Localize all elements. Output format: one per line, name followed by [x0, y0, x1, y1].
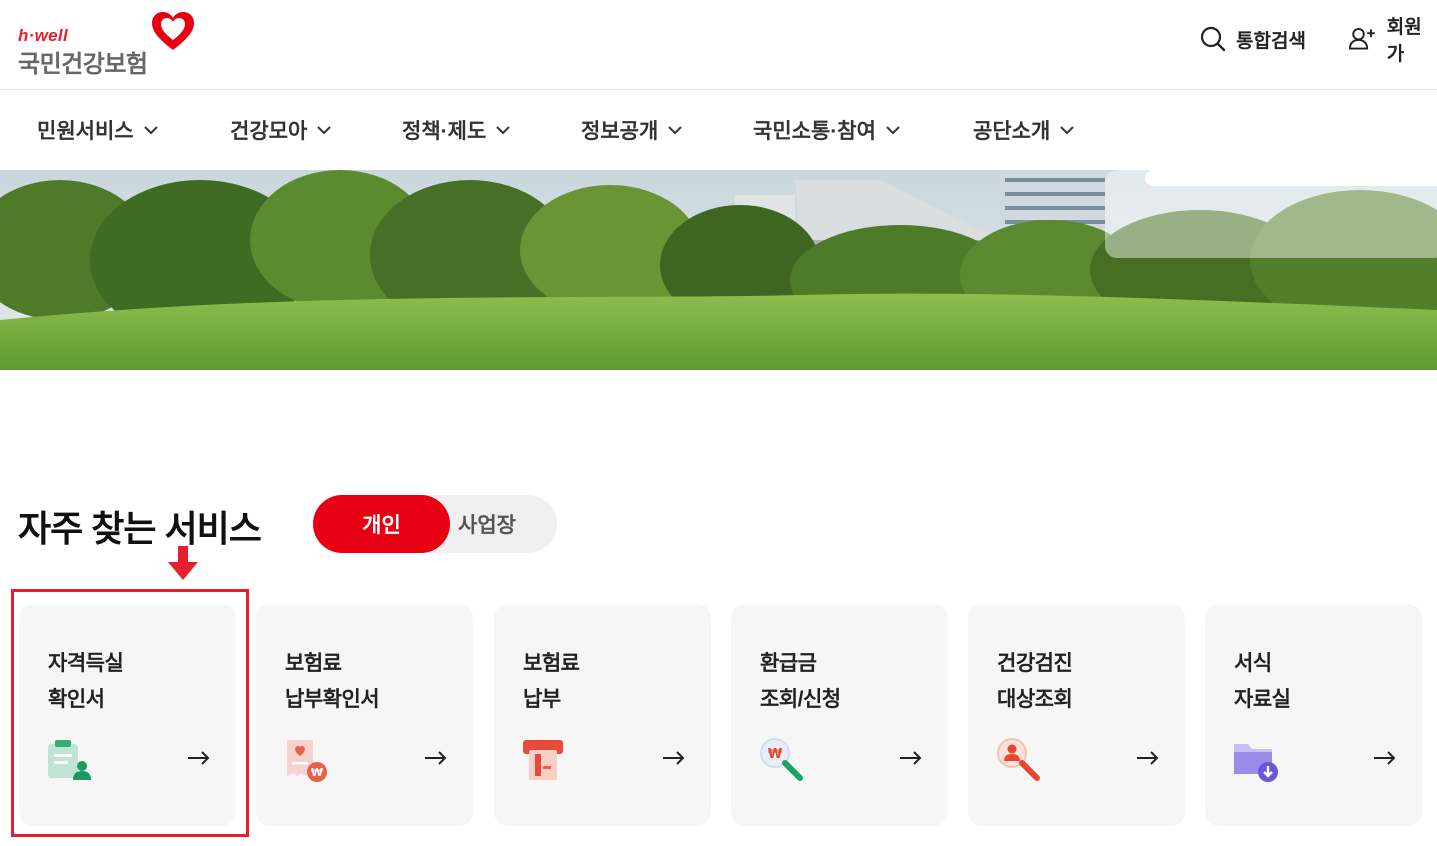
card-payment-icon — [523, 740, 563, 780]
arrow-right-icon — [663, 751, 685, 765]
nav-item-label: 건강모아 — [230, 120, 308, 143]
chevron-down-icon — [668, 126, 682, 135]
tab-business[interactable]: 사업장 — [450, 495, 557, 553]
logo-title: 국민건강보험 — [18, 51, 148, 78]
integrated-search-button[interactable]: 통합검색 — [1200, 22, 1306, 56]
audience-toggle: 개인 사업장 — [313, 495, 557, 553]
chevron-down-icon — [317, 126, 331, 135]
card-title-line2: 확인서 — [48, 688, 105, 711]
card-title-line2: 납부 — [523, 688, 561, 711]
join-button[interactable]: 회원가 — [1348, 17, 1437, 65]
logo-subtitle: h·well — [18, 26, 68, 45]
add-user-icon — [1348, 27, 1375, 50]
card-title-line1: 보험료 — [523, 652, 580, 675]
folder-download-icon — [1234, 744, 1278, 782]
arrow-right-icon — [188, 751, 210, 765]
site-header: h·well 국민건강보험 통합검색 회원가 — [0, 0, 1437, 90]
section-title: 자주 찾는 서비스 — [18, 508, 262, 549]
card-title-line1: 환급금 — [760, 652, 817, 675]
tab-personal[interactable]: 개인 — [313, 495, 450, 553]
card-title: 자격득실 확인서 — [48, 646, 124, 718]
card-title: 보험료 납부확인서 — [285, 646, 380, 718]
card-title: 건강검진 대상조회 — [997, 646, 1073, 718]
nav-item-label: 국민소통·참여 — [753, 120, 876, 143]
arrow-right-icon — [425, 751, 447, 765]
join-label: 회원가 — [1386, 17, 1422, 65]
certificate-person-icon — [48, 740, 91, 780]
receipt-won-icon: ₩ — [287, 740, 327, 782]
card-title-line2: 대상조회 — [997, 688, 1073, 711]
chevron-down-icon — [1060, 126, 1074, 135]
card-title-line2: 납부확인서 — [285, 688, 380, 711]
nav-item-civil-service[interactable]: 민원서비스 — [37, 115, 159, 145]
nav-item-health-moa[interactable]: 건강모아 — [230, 115, 332, 145]
nav-item-label: 공단소개 — [973, 120, 1051, 143]
search-won-icon: ₩ — [760, 738, 803, 781]
card-title-line1: 보험료 — [285, 652, 342, 675]
main-navigation: 민원서비스 건강모아 정책·제도 정보공개 국민소통·참여 공단소개 — [0, 91, 1437, 169]
nav-item-label: 민원서비스 — [37, 120, 134, 143]
arrow-right-icon — [1137, 751, 1159, 765]
svg-text:₩: ₩ — [311, 766, 323, 779]
chevron-down-icon — [143, 126, 158, 135]
card-title: 보험료 납부 — [523, 646, 580, 718]
service-card-forms[interactable]: 서식 자료실 — [1205, 604, 1422, 826]
nav-item-label: 정책·제도 — [402, 120, 487, 143]
service-card-qualification[interactable]: 자격득실 확인서 — [19, 604, 236, 826]
chevron-down-icon — [496, 126, 510, 135]
service-card-premium-receipt[interactable]: 보험료 납부확인서 ₩ — [256, 604, 473, 826]
nav-item-about[interactable]: 공단소개 — [973, 115, 1075, 145]
heart-logo-icon — [152, 12, 194, 50]
service-card-premium-payment[interactable]: 보험료 납부 — [494, 604, 711, 826]
card-title-line1: 자격득실 — [48, 652, 124, 675]
card-title-line2: 조회/신청 — [760, 688, 841, 711]
nav-item-participation[interactable]: 국민소통·참여 — [753, 115, 901, 145]
search-icon — [1200, 26, 1226, 52]
arrow-down-marker-icon — [168, 546, 198, 580]
arrow-right-icon — [1374, 751, 1396, 765]
search-person-icon — [997, 738, 1040, 781]
card-title-line2: 자료실 — [1234, 688, 1291, 711]
nav-item-disclosure[interactable]: 정보공개 — [581, 115, 683, 145]
site-logo[interactable]: h·well 국민건강보험 — [18, 10, 198, 78]
card-title: 환급금 조회/신청 — [760, 646, 841, 718]
search-label: 통합검색 — [1236, 30, 1306, 52]
hero-banner-image — [0, 170, 1437, 370]
card-title: 서식 자료실 — [1234, 646, 1291, 718]
card-title-line1: 서식 — [1234, 652, 1272, 675]
nav-item-label: 정보공개 — [581, 120, 659, 143]
chevron-down-icon — [886, 126, 900, 135]
svg-text:₩: ₩ — [768, 747, 783, 762]
service-card-refund[interactable]: 환급금 조회/신청 ₩ — [731, 604, 948, 826]
card-title-line1: 건강검진 — [997, 652, 1073, 675]
arrow-right-icon — [900, 751, 922, 765]
service-card-checkup[interactable]: 건강검진 대상조회 — [968, 604, 1185, 826]
nav-item-policy[interactable]: 정책·제도 — [402, 115, 511, 145]
